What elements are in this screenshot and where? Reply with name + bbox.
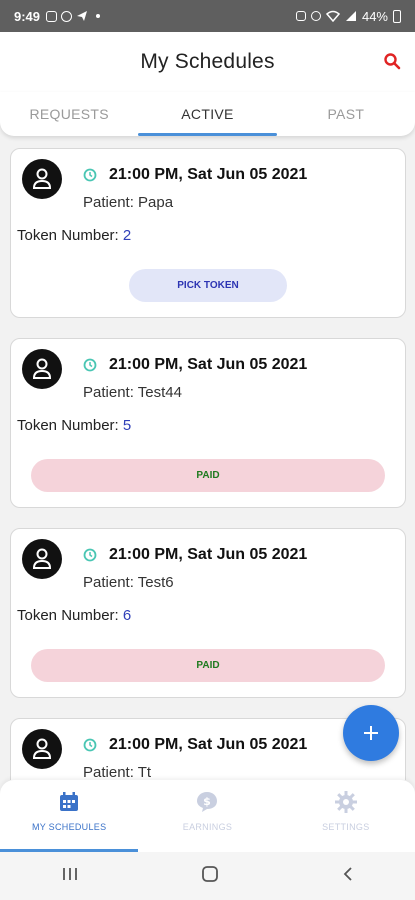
schedule-card[interactable]: 21:00 PM, Sat Jun 05 2021 Patient: Test4… (10, 338, 406, 508)
dollar-icon: $ (197, 792, 218, 812)
paid-status-badge: PAID (31, 459, 385, 492)
schedule-card[interactable]: 21:00 PM, Sat Jun 05 2021 Patient: Papa … (10, 148, 406, 318)
wifi-icon (325, 10, 340, 22)
user-icon (32, 168, 52, 189)
svg-text:$: $ (204, 795, 212, 808)
status-time: 9:49 (14, 8, 41, 24)
user-icon (32, 358, 52, 379)
nav-settings[interactable]: SETTINGS (277, 780, 415, 852)
schedule-list[interactable]: 21:00 PM, Sat Jun 05 2021 Patient: Papa … (0, 136, 415, 780)
battery-percent: 44% (361, 8, 388, 24)
token-value: 6 (122, 607, 132, 624)
calendar-icon (60, 792, 79, 811)
token-value: 2 (122, 227, 132, 244)
schedule-card[interactable]: 21:00 PM, Sat Jun 05 2021 Patient: Test6… (10, 528, 406, 698)
clock-icon (83, 548, 97, 562)
recent-apps-button[interactable] (61, 866, 79, 887)
app-header: My Schedules (0, 32, 415, 92)
alarm-icon (310, 11, 321, 21)
user-icon (32, 548, 52, 569)
token-label: Token Number: (17, 227, 123, 244)
home-button[interactable] (201, 865, 219, 888)
token-value: 5 (122, 417, 132, 434)
token-number: Token Number: 2 (17, 227, 131, 244)
tab-past[interactable]: PAST (277, 92, 415, 136)
avatar (22, 539, 62, 579)
gear-icon (334, 791, 357, 813)
notification-icon (61, 10, 73, 22)
nav-label: MY SCHEDULES (31, 822, 107, 832)
nav-label: SETTINGS (322, 822, 370, 832)
add-schedule-button[interactable] (343, 705, 399, 761)
clock-icon (83, 168, 97, 182)
patient-name: Patient: Test44 (83, 384, 182, 401)
status-right: 44% (295, 8, 401, 24)
token-label: Token Number: (17, 607, 123, 624)
search-icon[interactable] (383, 52, 401, 70)
notification-icons (46, 10, 101, 22)
paid-status-badge: PAID (31, 649, 385, 682)
schedule-datetime: 21:00 PM, Sat Jun 05 2021 (109, 356, 308, 373)
schedule-tabs: REQUESTS ACTIVE PAST (0, 92, 415, 136)
token-number: Token Number: 5 (17, 417, 131, 434)
avatar (22, 729, 62, 769)
token-label: Token Number: (17, 417, 123, 434)
tab-requests[interactable]: REQUESTS (0, 92, 138, 136)
recent-apps-icon (63, 867, 78, 880)
user-icon (32, 738, 52, 759)
back-icon (343, 866, 352, 881)
telegram-icon (77, 11, 88, 21)
nav-earnings[interactable]: $ EARNINGS (138, 780, 276, 852)
nav-label: EARNINGS (182, 822, 233, 832)
nav-my-schedules[interactable]: MY SCHEDULES (0, 780, 139, 852)
token-number: Token Number: 6 (17, 607, 131, 624)
battery-icon (393, 9, 401, 23)
schedule-datetime: 21:00 PM, Sat Jun 05 2021 (109, 546, 308, 563)
signal-icon (345, 11, 356, 21)
page-title: My Schedules (140, 50, 275, 73)
clock-icon (83, 738, 97, 752)
pick-token-button[interactable]: PICK TOKEN (129, 269, 287, 302)
more-notifications-icon (96, 14, 101, 18)
clock-icon (83, 358, 97, 372)
patient-name: Patient: Tt (83, 764, 152, 780)
plus-icon (364, 726, 378, 740)
status-bar: 9:49 44% (0, 0, 415, 32)
patient-name: Patient: Test6 (83, 574, 174, 591)
patient-name: Patient: Papa (83, 194, 174, 211)
system-navigation-bar (0, 852, 415, 900)
tab-active[interactable]: ACTIVE (138, 92, 277, 136)
avatar (22, 159, 62, 199)
notification-icon (46, 10, 58, 22)
bottom-navigation: MY SCHEDULES $ EARNINGS SETTINGS (0, 780, 415, 852)
back-button[interactable] (342, 866, 354, 887)
lock-icon (295, 11, 306, 21)
home-icon (202, 865, 219, 882)
schedule-datetime: 21:00 PM, Sat Jun 05 2021 (109, 166, 308, 183)
schedule-datetime: 21:00 PM, Sat Jun 05 2021 (109, 736, 308, 753)
avatar (22, 349, 62, 389)
